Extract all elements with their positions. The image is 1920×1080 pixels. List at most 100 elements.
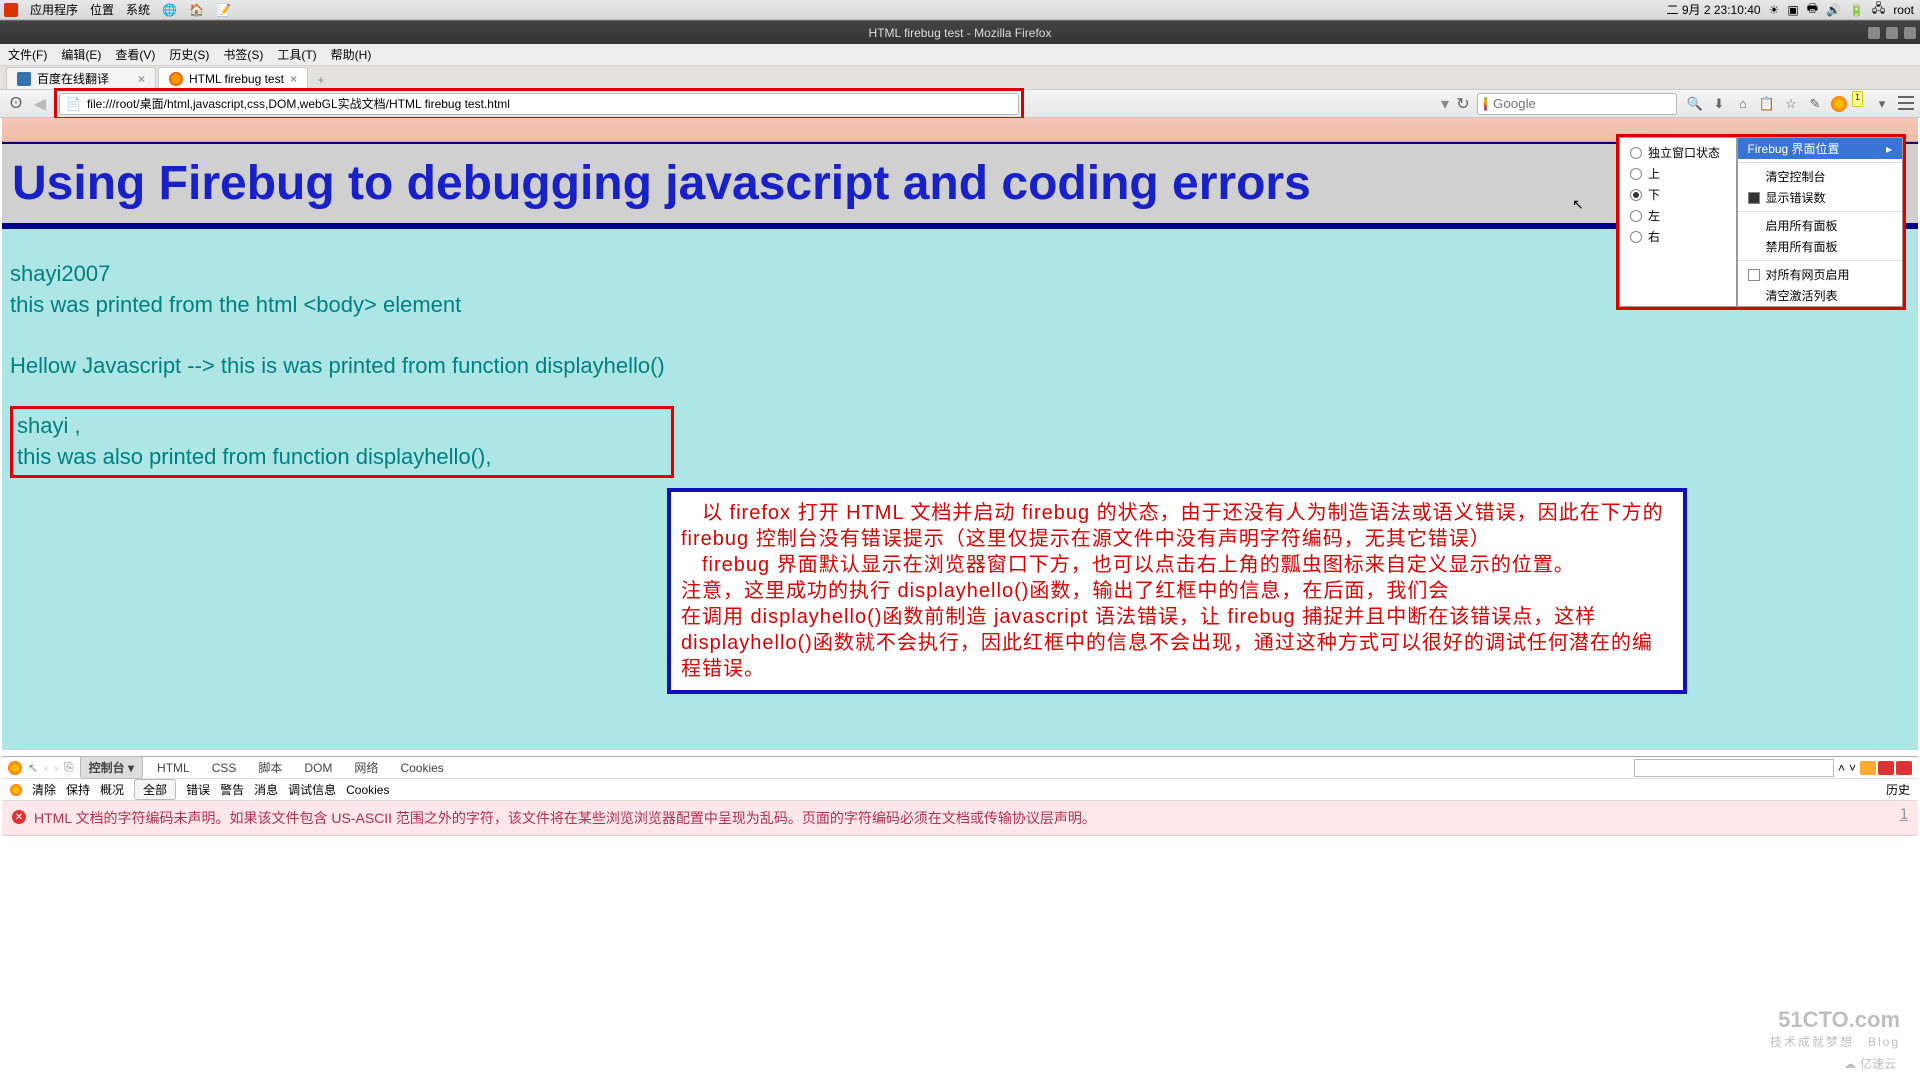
menu-tools[interactable]: 工具(T) — [277, 46, 316, 63]
tray-chip-icon[interactable]: ▣ — [1787, 3, 1798, 17]
error-line-link[interactable]: 1 — [1900, 807, 1908, 823]
tray-network-icon[interactable]: 🖧 — [1872, 0, 1885, 20]
tray-printer-icon[interactable]: 🖶 — [1807, 0, 1818, 20]
menu-item-up[interactable]: 上 — [1620, 163, 1736, 184]
firebug-tab-net[interactable]: 网络 — [346, 757, 386, 778]
hamburger-icon[interactable] — [1898, 96, 1914, 110]
clock: 二 9月 2 23:10:40 — [1667, 1, 1761, 18]
window-minimize-icon[interactable] — [1868, 27, 1880, 39]
reload-button[interactable]: ↻ — [1453, 94, 1473, 114]
search-box[interactable] — [1477, 93, 1677, 115]
sub-info[interactable]: 消息 — [254, 781, 278, 798]
firebug-tab-console[interactable]: 控制台 ▾ — [80, 756, 143, 779]
home-icon[interactable]: ⌂ — [1735, 96, 1751, 112]
clip-icon[interactable]: ✎ — [1807, 96, 1823, 112]
search-icon[interactable]: 🔍 — [1687, 96, 1703, 112]
identity-icon[interactable]: ʘ — [6, 94, 26, 114]
nav-right-icon[interactable]: › — [54, 761, 58, 775]
sub-cookies[interactable]: Cookies — [346, 783, 389, 797]
browser-tab[interactable]: 百度在线翻译 × — [6, 67, 156, 89]
firebug-tab-css[interactable]: CSS — [204, 759, 245, 777]
user-label[interactable]: root — [1893, 3, 1914, 17]
menu-file[interactable]: 文件(F) — [8, 46, 47, 63]
firebug-tab-html[interactable]: HTML — [149, 759, 198, 777]
firebug-tabbar: ↖ ‹ › ⎘ 控制台 ▾ HTML CSS 脚本 DOM 网络 Cookies… — [2, 757, 1918, 779]
menubar: 文件(F) 编辑(E) 查看(V) 历史(S) 书签(S) 工具(T) 帮助(H… — [0, 44, 1920, 66]
inspect-icon[interactable]: ↖ — [28, 761, 38, 775]
tabbar: 百度在线翻译 × HTML firebug test × + — [0, 66, 1920, 90]
favicon-icon — [169, 72, 183, 86]
menu-system[interactable]: 系统 — [126, 1, 150, 18]
sub-debug[interactable]: 调试信息 — [288, 781, 336, 798]
menu-item-down[interactable]: 下 — [1620, 184, 1736, 205]
url-bar[interactable]: 📄 — [59, 93, 1019, 115]
url-highlight-box: 📄 — [54, 88, 1024, 120]
sub-history[interactable]: 历史 — [1886, 781, 1910, 798]
menu-item-right[interactable]: 右 — [1620, 226, 1736, 247]
browser-tab[interactable]: HTML firebug test × — [158, 67, 308, 89]
sub-keep[interactable]: 保持 — [66, 781, 90, 798]
tray-volume-icon[interactable]: 🔊 — [1826, 3, 1841, 17]
menu-item-position[interactable]: Firebug 界面位置▸ — [1738, 138, 1902, 159]
menu-places[interactable]: 位置 — [90, 1, 114, 18]
search-prev-icon[interactable]: ˄ — [1838, 761, 1845, 775]
menu-bookmarks[interactable]: 书签(S) — [223, 46, 263, 63]
menu-item-enable-for-all[interactable]: 对所有网页启用 — [1738, 264, 1902, 285]
menu-item-standalone[interactable]: 独立窗口状态 — [1620, 142, 1736, 163]
menu-item-clear-console[interactable]: 清空控制台 — [1738, 166, 1902, 187]
menu-view[interactable]: 查看(V) — [115, 46, 155, 63]
bookmark-list-icon[interactable]: 📋 — [1759, 96, 1775, 112]
menu-history[interactable]: 历史(S) — [169, 46, 209, 63]
sub-error[interactable]: 错误 — [186, 781, 210, 798]
sub-summary[interactable]: 概况 — [100, 781, 124, 798]
tray-battery-icon[interactable]: 🔋 — [1849, 3, 1864, 17]
firebug-search-input[interactable] — [1634, 759, 1834, 777]
menu-edit[interactable]: 编辑(E) — [61, 46, 101, 63]
sub-clear[interactable]: 清除 — [32, 781, 56, 798]
tray-icon[interactable]: 🏠 — [189, 3, 204, 17]
error-text: HTML 文档的字符编码未声明。如果该文件包含 US-ASCII 范围之外的字符… — [34, 807, 1096, 829]
downloads-icon[interactable]: ⬇ — [1711, 96, 1727, 112]
url-input[interactable] — [87, 97, 1012, 111]
foot-menu-icon[interactable] — [4, 3, 18, 17]
sub-all[interactable]: 全部 — [134, 779, 176, 800]
firebug-close-icon[interactable] — [1896, 761, 1912, 775]
menu-item-disable-all[interactable]: 禁用所有面板 — [1738, 236, 1902, 257]
tab-close-icon[interactable]: × — [290, 72, 297, 86]
menu-help[interactable]: 帮助(H) — [331, 46, 372, 63]
menu-apps[interactable]: 应用程序 — [30, 1, 78, 18]
firebug-dropdown-icon[interactable]: ▾ — [1874, 96, 1890, 112]
firebug-menu: 独立窗口状态 上 下 左 右 Firebug 界面位置▸ 清空控制台 显示错误数… — [1616, 134, 1906, 310]
menu-item-clear-active[interactable]: 清空激活列表 — [1738, 285, 1902, 306]
bookmark-star-icon[interactable]: ☆ — [1783, 96, 1799, 112]
firebug-icon[interactable] — [1831, 96, 1847, 112]
page-identity-icon[interactable]: 📄 — [66, 97, 81, 111]
menu-item-enable-all[interactable]: 启用所有面板 — [1738, 215, 1902, 236]
window-maximize-icon[interactable] — [1886, 27, 1898, 39]
highlight-box-1: shayi , this was also printed from funct… — [10, 406, 674, 478]
window-close-icon[interactable] — [1904, 27, 1916, 39]
back-button[interactable]: ◀ — [30, 94, 50, 114]
menu-item-show-errors[interactable]: 显示错误数 — [1738, 187, 1902, 208]
tray-icon[interactable]: 🌐 — [162, 3, 177, 17]
command-line-icon[interactable]: ⎘ — [64, 760, 74, 775]
nav-left-icon[interactable]: ‹ — [44, 761, 48, 775]
firebug-detach-icon[interactable] — [1878, 761, 1894, 775]
tab-close-icon[interactable]: × — [138, 72, 145, 86]
tray-icon[interactable]: 📝 — [216, 3, 231, 17]
firebug-tab-cookies[interactable]: Cookies — [392, 759, 451, 777]
search-next-icon[interactable]: ˅ — [1849, 761, 1856, 775]
search-input[interactable] — [1493, 96, 1670, 111]
dropdown-icon[interactable]: ▾ — [1441, 94, 1449, 114]
tray-brightness-icon[interactable]: ☀ — [1769, 3, 1780, 17]
firebug-small-icon[interactable] — [10, 784, 22, 796]
menu-item-left[interactable]: 左 — [1620, 205, 1736, 226]
annotation-p1: 以 firefox 打开 HTML 文档并启动 firebug 的状态，由于还没… — [681, 500, 1673, 552]
firebug-minimize-icon[interactable] — [1860, 761, 1876, 775]
firebug-tab-script[interactable]: 脚本 — [250, 757, 290, 778]
firebug-logo-icon[interactable] — [8, 761, 22, 775]
sub-warn[interactable]: 警告 — [220, 781, 244, 798]
firebug-error-row: ✕ HTML 文档的字符编码未声明。如果该文件包含 US-ASCII 范围之外的… — [2, 801, 1918, 836]
new-tab-button[interactable]: + — [310, 71, 332, 89]
firebug-tab-dom[interactable]: DOM — [296, 759, 340, 777]
